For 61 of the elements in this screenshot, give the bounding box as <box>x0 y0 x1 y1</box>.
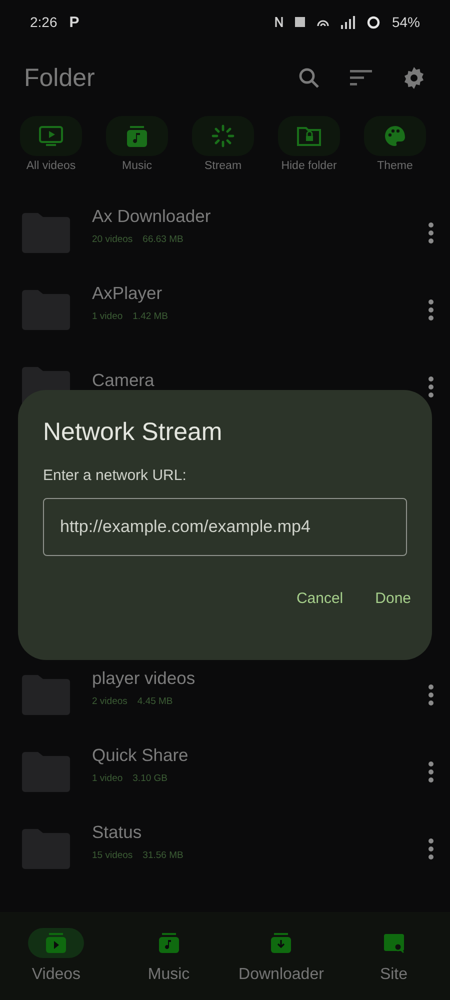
folder-icon <box>22 752 70 792</box>
video-count: 20 videos <box>92 234 133 245</box>
shortcut-button[interactable]: Theme <box>352 116 438 194</box>
folder-size: 4.45 MB <box>137 696 173 707</box>
more-icon[interactable] <box>428 838 434 860</box>
more-icon[interactable] <box>428 222 434 244</box>
video-count: 15 videos <box>92 850 133 861</box>
search-icon[interactable] <box>298 67 320 89</box>
folder-name: Ax Downloader <box>92 206 212 226</box>
battery-percent: 54% <box>392 14 420 30</box>
url-input-field[interactable]: http://example.com/example.mp4 <box>43 498 407 556</box>
nav-tab[interactable]: Downloader <box>225 912 338 1000</box>
video-icon <box>45 932 68 954</box>
signal-icon <box>340 16 355 28</box>
video-count: 1 video <box>92 311 123 322</box>
folder-name: player videos <box>92 668 196 688</box>
folder-icon <box>22 290 70 330</box>
field-label: Enter a network URL: <box>43 467 188 484</box>
status-letter: P <box>69 14 80 30</box>
battery-ring-icon <box>366 16 380 28</box>
sort-icon[interactable] <box>350 70 372 86</box>
browser-icon <box>382 932 405 954</box>
shortcut-button[interactable]: Hide folder <box>266 116 352 194</box>
nfc-icon <box>274 17 283 27</box>
tv-icon <box>38 125 64 147</box>
folder-size: 66.63 MB <box>142 234 184 245</box>
hotspot-icon <box>316 17 329 27</box>
folder-lock-icon <box>296 125 322 147</box>
palette-icon <box>383 124 407 148</box>
more-icon[interactable] <box>428 684 434 706</box>
nav-tab[interactable]: Site <box>338 912 450 1000</box>
shortcut-button[interactable]: Music <box>94 116 180 194</box>
folder-name: AxPlayer <box>92 283 164 303</box>
folder-icon <box>22 212 70 252</box>
folder-size: 1.42 MB <box>132 311 168 322</box>
folder-name: Quick Share <box>92 745 190 765</box>
video-count: 2 videos <box>92 696 128 707</box>
status-time: 2:26 <box>30 14 58 30</box>
folder-name: Status <box>92 822 143 842</box>
shortcut-button[interactable]: All videos <box>8 116 94 194</box>
stream-icon <box>211 124 235 148</box>
dialog-button[interactable]: Done <box>369 582 417 615</box>
folder-name: Camera <box>92 370 156 390</box>
folder-size: 3.10 GB <box>132 773 168 784</box>
video-count: 1 video <box>92 773 123 784</box>
shortcut-button[interactable]: Stream <box>180 116 266 194</box>
settings-icon[interactable] <box>402 66 426 90</box>
page-title: Folder <box>24 64 96 92</box>
folder-icon <box>22 828 70 868</box>
folder-size: 31.56 MB <box>142 850 184 861</box>
nav-tab[interactable]: Music <box>112 912 225 1000</box>
download-icon <box>270 932 292 954</box>
more-icon[interactable] <box>428 376 434 398</box>
more-icon[interactable] <box>428 760 434 782</box>
more-icon[interactable] <box>428 298 434 320</box>
nav-tab[interactable]: Videos <box>0 912 112 1000</box>
folder-icon <box>22 674 70 714</box>
dialog-button[interactable]: Cancel <box>290 582 350 615</box>
music-icon <box>125 124 149 148</box>
music-icon <box>158 932 180 954</box>
dialog-title: Network Stream <box>43 418 224 447</box>
